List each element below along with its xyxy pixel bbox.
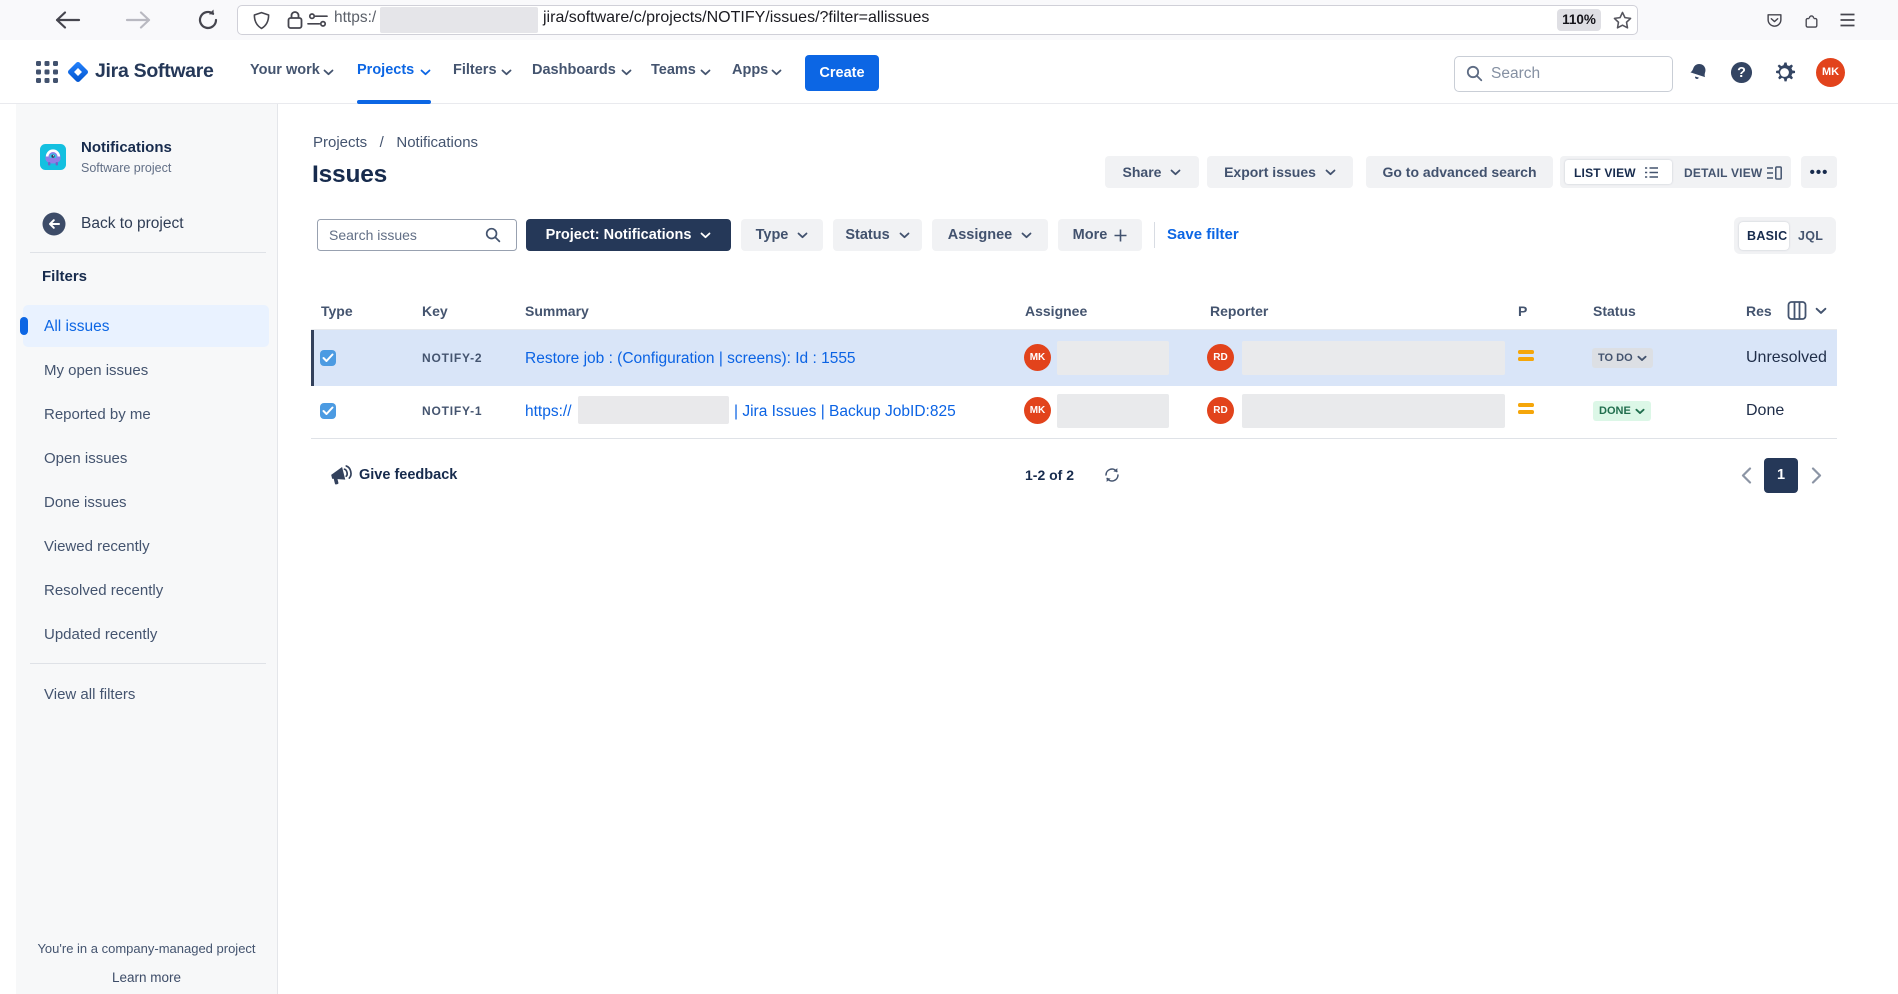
- svg-text:?: ?: [1737, 65, 1746, 81]
